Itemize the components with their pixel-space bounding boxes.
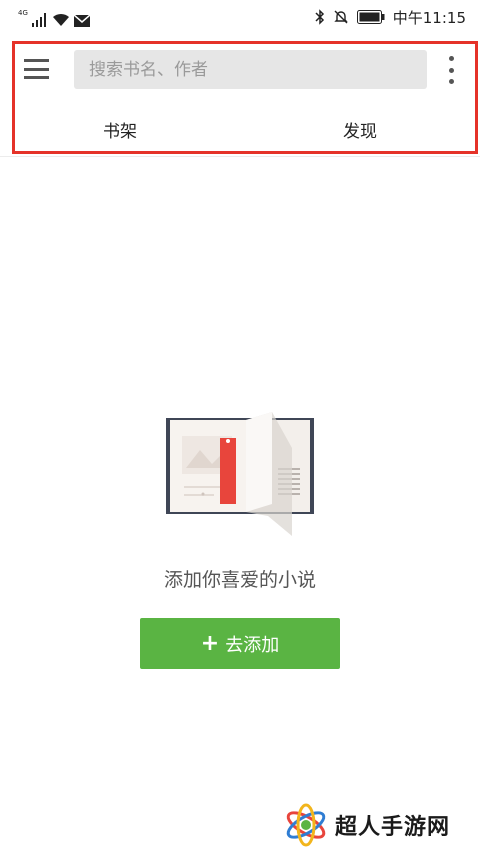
- atom-logo-icon: [286, 803, 326, 847]
- toolbar-divider: [0, 156, 480, 157]
- status-bar: 4G 中午11:15: [0, 0, 480, 34]
- watermark-text: 超人手游网: [335, 815, 451, 840]
- empty-state-message: 添加你喜爱的小说: [163, 569, 316, 591]
- highlight-annotation-box: [12, 41, 478, 154]
- status-right: 中午11:15: [315, 7, 466, 27]
- watermark: 超人手游网: [283, 800, 478, 850]
- mail-icon: [73, 15, 90, 27]
- network-type: 4G: [18, 9, 28, 17]
- clock: 中午11:15: [392, 8, 466, 27]
- mute-bell-icon: [334, 10, 348, 24]
- signal-icon: [31, 13, 46, 27]
- battery-icon: [356, 10, 385, 24]
- bluetooth-icon: [315, 9, 324, 25]
- empty-bookshelf-illustration: [166, 412, 314, 536]
- add-book-button[interactable]: + 去添加: [140, 618, 340, 669]
- status-left: 4G: [18, 7, 90, 27]
- add-button-label: 去添加: [225, 634, 280, 656]
- plus-icon: +: [200, 630, 220, 656]
- wifi-icon: [52, 13, 69, 26]
